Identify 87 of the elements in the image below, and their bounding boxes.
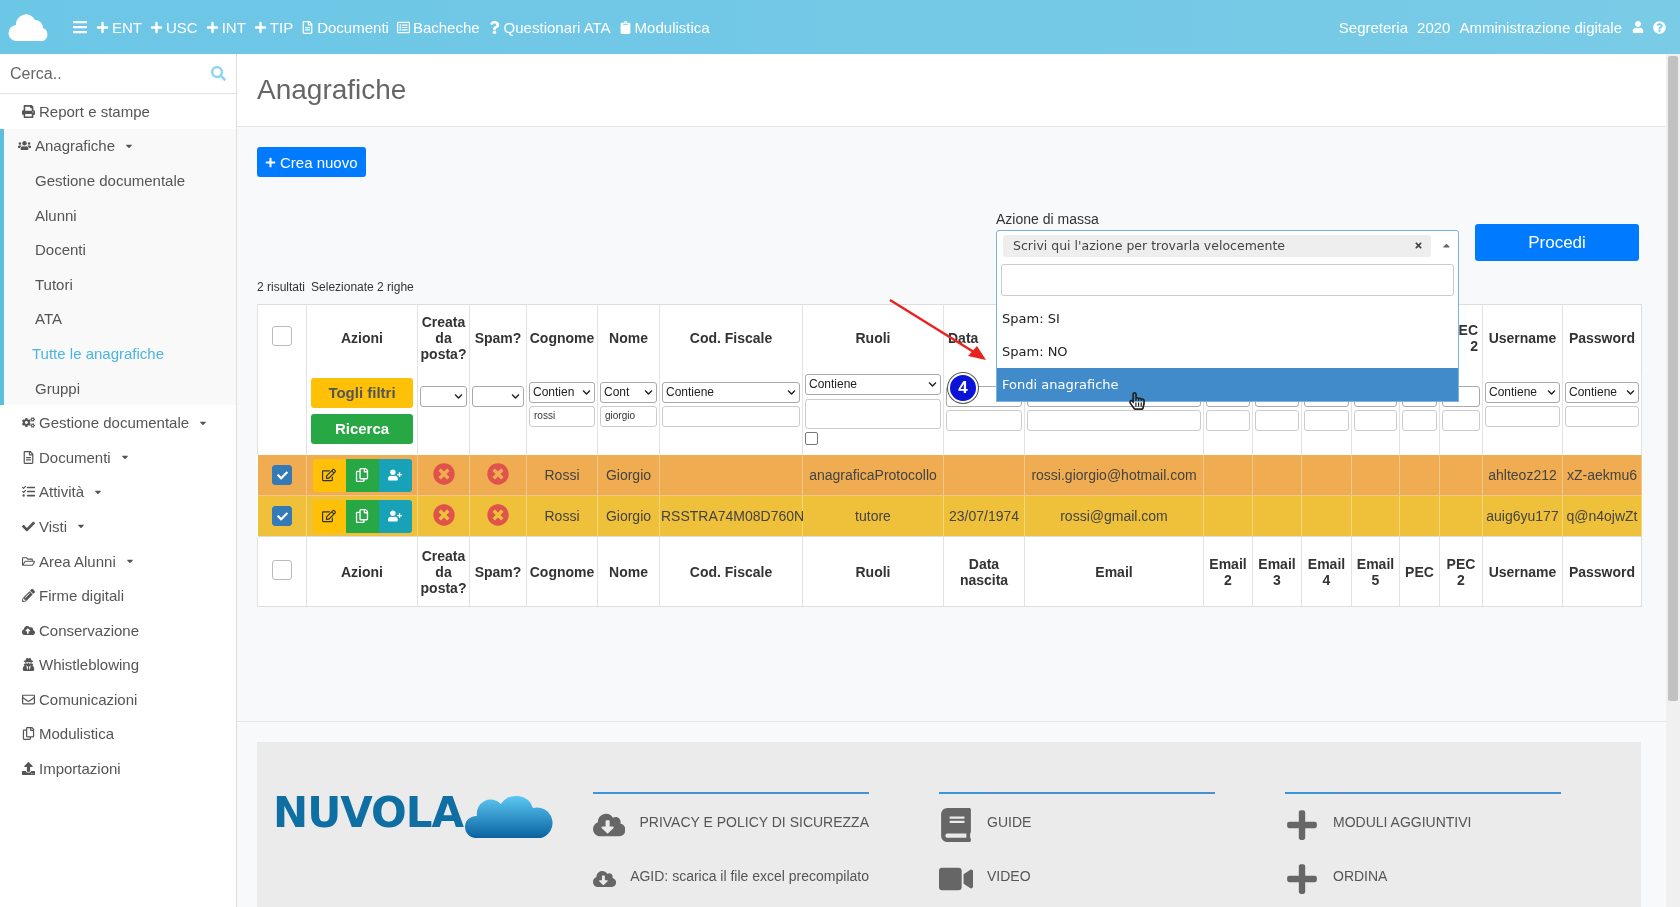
column-header: Email 2 [1208, 555, 1248, 588]
column-header: Nome [609, 329, 648, 346]
sidebar-item[interactable]: Importazioni [4, 751, 236, 786]
column-header: Data nascita [958, 555, 1010, 588]
table-cell: Rossi [544, 467, 580, 483]
footer-link[interactable]: ORDINA [1333, 868, 1388, 884]
footer-link[interactable]: GUIDE [987, 814, 1032, 830]
sidebar-item[interactable]: Gestione documentale [4, 405, 236, 440]
sidebar-item[interactable]: Conservazione [4, 612, 236, 648]
column-header: Cod. Fiscale [689, 563, 773, 580]
sidebar-item[interactable]: Anagrafiche [4, 128, 236, 164]
column-header: Spam? [474, 329, 522, 346]
filter-select[interactable]: Contiene [1485, 381, 1560, 403]
table-cell: Rossi [544, 508, 580, 524]
footer-link[interactable]: PRIVACY E POLICY DI SICUREZZA [639, 814, 869, 830]
results-count: 2 risultati [257, 280, 306, 294]
table-cell: ahlteoz212 [1488, 467, 1557, 483]
sidebar-item[interactable]: Comunicazioni [4, 682, 236, 717]
clear-filters-button[interactable]: Togli filtri [311, 377, 413, 408]
column-header: Email 3 [1257, 555, 1297, 588]
column-header: Email 5 [1355, 555, 1396, 588]
table-cell: tutore [855, 508, 891, 524]
column-header: Username [1488, 563, 1557, 580]
column-header: Ruoli [855, 329, 891, 346]
column-header: Creata da posta? [419, 547, 468, 596]
sidebar-item[interactable]: Report e stampe [4, 94, 236, 129]
sidebar-subitem[interactable]: Alunni [4, 197, 236, 233]
column-header: Password [1568, 329, 1636, 346]
footer-link[interactable]: VIDEO [987, 868, 1031, 884]
footer-link[interactable]: MODULI AGGIUNTIVI [1333, 814, 1472, 830]
table-cell: anagraficaProtocollo [809, 467, 937, 483]
selection-count: Selezionate 2 righe [311, 280, 414, 294]
table-cell: xZ-aekmu6 [1567, 467, 1637, 483]
sidebar-item[interactable]: Visti [4, 509, 236, 544]
sidebar-subitem[interactable]: Gruppi [4, 370, 236, 406]
sidebar-item[interactable]: Area Alunni [4, 543, 236, 579]
column-header: Password [1568, 563, 1636, 580]
column-header: Email [1095, 563, 1133, 580]
filter-select[interactable]: Cont [600, 381, 657, 403]
sidebar-subitem[interactable]: ATA [4, 301, 236, 337]
page-title: Anagrafiche [257, 74, 407, 106]
column-header: Ruoli [855, 563, 891, 580]
table-row[interactable]: Rossi Giorgio anagraficaProtocollo rossi.giorgio@hotmail.com ahlteoz212 xZ-aekmu6 [257, 454, 1642, 496]
table-cell: rossi@gmail.com [1060, 508, 1168, 524]
column-header: Azioni [341, 329, 383, 346]
sidebar-item[interactable]: Whistleblowing [4, 647, 236, 683]
proceed-button[interactable]: Procedi [1475, 224, 1639, 261]
filter-select[interactable]: Contiene [662, 381, 800, 403]
column-header: Azioni [341, 563, 383, 580]
column-header: Creata da posta? [419, 313, 468, 362]
sidebar-item[interactable]: Firme digitali [4, 578, 236, 613]
column-header: Spam? [474, 563, 522, 580]
dropdown-option[interactable]: Fondi anagrafiche [997, 368, 1458, 401]
create-button[interactable]: Crea nuovo [257, 147, 366, 177]
table-cell: Giorgio [605, 508, 652, 524]
filter-input[interactable]: rossi [529, 405, 595, 427]
field-label: Azione di massa [996, 211, 1099, 227]
table-cell: auig6yu177 [1486, 508, 1559, 524]
table-cell: q@n4ojwZt [1566, 508, 1638, 524]
footer-link[interactable]: AGID: scarica il file excel precompilato [630, 868, 869, 884]
table-cell: Giorgio [605, 467, 652, 483]
sidebar-subitem[interactable]: Tutori [4, 266, 236, 302]
filter-select[interactable]: Contiene [805, 373, 941, 395]
column-header: EC 2 [1457, 321, 1479, 354]
table-cell: 23/07/1974 [948, 508, 1020, 524]
step-badge: 4 [948, 373, 978, 403]
filter-select[interactable]: Contiene [1565, 381, 1639, 403]
column-header: Username [1488, 329, 1557, 346]
column-header: Cod. Fiscale [689, 329, 773, 346]
column-header: Data [947, 329, 980, 346]
column-header: PEC 2 [1445, 555, 1477, 588]
logo-text: NUVOLA [273, 787, 463, 837]
table-cell: RSSTRA74M08D760N [661, 508, 805, 524]
filter-select[interactable]: Contien [529, 381, 595, 403]
sidebar-subitem[interactable]: Gestione documentale [4, 163, 236, 198]
table-row[interactable]: Rossi Giorgio RSSTRA74M08D760N tutore 23/07/1974 rossi@gmail.com auig6yu177 q@n4ojwZt [257, 495, 1642, 537]
sidebar-subitem[interactable]: Docenti [4, 232, 236, 267]
sidebar-item[interactable]: Attività [4, 474, 236, 510]
column-header: Cognome [529, 329, 595, 346]
column-header: PEC [1405, 563, 1434, 580]
table-cell: rossi.giorgio@hotmail.com [1031, 467, 1197, 483]
column-header: Nome [609, 563, 648, 580]
column-header: Email 4 [1306, 555, 1347, 588]
filter-input[interactable]: giorgio [600, 405, 657, 427]
sidebar-item[interactable]: Modulistica [4, 716, 236, 752]
column-header: Cognome [529, 563, 595, 580]
sidebar-item[interactable]: Documenti [4, 439, 236, 475]
